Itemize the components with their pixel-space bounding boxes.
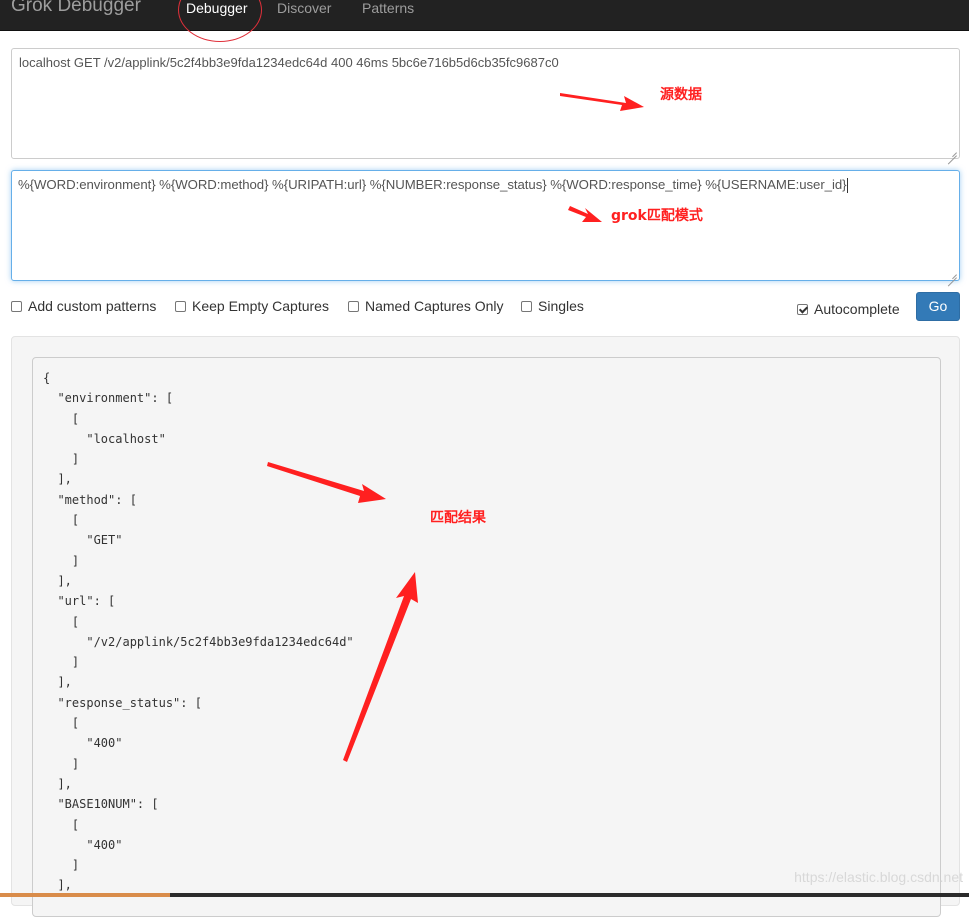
bottom-strip-accent [0, 893, 170, 897]
annotation-match-result: 匹配结果 [430, 510, 486, 526]
annotation-arrows [267, 93, 644, 762]
annotation-grok-pattern: grok匹配模式 [611, 208, 703, 224]
arrow-source-data [560, 93, 644, 111]
arrow-match-result-up [343, 572, 418, 762]
watermark: https://elastic.blog.csdn.net [794, 869, 963, 885]
annotation-source-data: 源数据 [660, 87, 702, 103]
arrow-match-result [267, 462, 386, 503]
arrow-grok-pattern [568, 206, 602, 222]
